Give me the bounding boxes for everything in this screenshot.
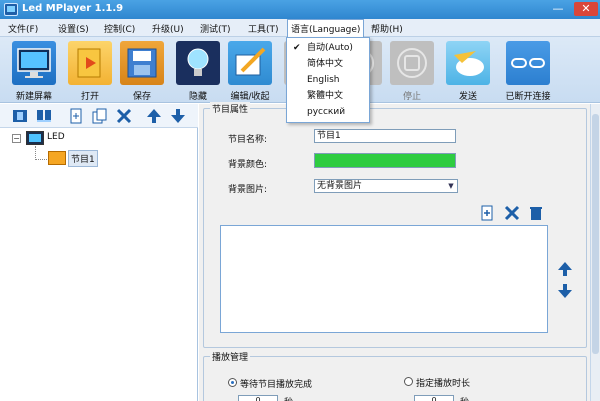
minimize-button[interactable]: — [546,2,570,16]
stop-button[interactable]: 停止 [384,39,440,102]
window-title: Led MPlayer 1.1.9 [22,3,124,14]
program-name-label: 节目名称: [228,135,268,145]
send-cloud-icon [446,41,490,85]
app-icon [4,3,18,16]
edit-collapse-label: 编辑/收起 [230,92,270,102]
film-icon[interactable] [12,108,28,124]
disconnect-icon [506,41,550,85]
language-option-traditional-chinese[interactable]: 繁體中文 [287,88,369,104]
send-label: 发送 [458,92,477,102]
chevron-down-icon: ▼ [448,182,454,190]
language-option-russian[interactable]: русский [287,104,369,120]
new-screen-label: 新建屏幕 [15,92,52,102]
move-down-icon[interactable] [170,108,186,124]
radio-wait-finish[interactable] [228,378,237,387]
pencil-icon [228,41,272,85]
vertical-scrollbar[interactable] [590,104,600,401]
save-icon [120,41,164,85]
connection-button[interactable]: 已断开连接 [500,39,556,102]
language-option-label: 自动(Auto) [307,43,353,53]
new-screen-button[interactable]: 新建屏幕 [6,39,62,102]
menu-settings[interactable]: 设置(S) [58,22,89,35]
edit-collapse-button[interactable]: 编辑/收起 [222,39,278,102]
menu-bar: 文件(F) 设置(S) 控制(C) 升级(U) 测试(T) 工具(T) 语言(L… [0,19,600,37]
set-duration-label: 指定播放时长 [416,379,471,389]
language-dropdown: ✔ 自动(Auto) 简体中文 English 繁體中文 русский [286,37,370,123]
menu-file[interactable]: 文件(F) [8,22,38,35]
menu-language[interactable]: 语言(Language) [287,19,365,37]
program-properties-title: 节目属性 [210,102,251,115]
open-button[interactable]: 打开 [62,39,118,102]
properties-panel: 节目属性 节目名称: 节目1 背景颜色: 背景图片: 无背景图片 ▼ 播放管理 … [199,102,600,401]
new-page-icon[interactable] [68,108,84,124]
trash-icon[interactable] [528,205,544,221]
tree-root-led[interactable]: LED [47,132,65,142]
delete-icon[interactable] [116,108,132,124]
stop-label: 停止 [402,92,421,102]
tree-connector [35,146,36,160]
wait-finish-label: 等待节目播放完成 [240,380,313,390]
bg-image-select[interactable]: 无背景图片 ▼ [314,179,458,193]
program-icon [48,151,66,165]
hide-button[interactable]: 隐藏 [170,39,226,102]
playback-title: 播放管理 [210,350,251,363]
menu-tools[interactable]: 工具(T) [248,22,279,35]
move-up-icon[interactable] [557,261,573,277]
stop-icon [390,41,434,85]
move-up-icon[interactable] [146,108,162,124]
bg-color-picker[interactable] [314,153,456,168]
menu-upgrade[interactable]: 升级(U) [152,22,184,35]
folder-open-icon [68,41,112,85]
layout-icon[interactable] [36,108,52,124]
seconds-unit: 秒 [460,395,469,401]
add-page-icon[interactable] [480,205,496,221]
hide-label: 隐藏 [188,92,207,102]
program-properties-group: 节目属性 节目名称: 节目1 背景颜色: 背景图片: 无背景图片 ▼ [203,102,587,348]
wait-seconds-input[interactable]: 0 [238,395,278,401]
tree-toolbar [0,104,198,128]
language-option-label: English [307,75,340,85]
program-tree: − LED 节目1 [0,128,198,401]
close-button[interactable]: ✕ [574,2,598,16]
bg-image-value: 无背景图片 [317,181,363,191]
copy-icon[interactable] [92,108,108,124]
language-option-english[interactable]: English [287,72,369,88]
program-name-input[interactable]: 节目1 [314,129,456,143]
save-button[interactable]: 保存 [114,39,170,102]
scrollbar-thumb[interactable] [592,114,599,354]
language-option-simplified-chinese[interactable]: 简体中文 [287,56,369,72]
title-bar: Led MPlayer 1.1.9 — ✕ [0,0,600,19]
menu-control[interactable]: 控制(C) [104,22,135,35]
save-label: 保存 [132,92,151,102]
open-label: 打开 [80,92,99,102]
connection-label: 已断开连接 [505,92,551,102]
menu-test[interactable]: 测试(T) [200,22,231,35]
language-option-label: 简体中文 [307,59,344,69]
seconds-unit: 秒 [284,395,293,401]
radio-set-duration[interactable] [404,377,413,386]
menu-help[interactable]: 帮助(H) [371,22,403,35]
background-list[interactable] [220,225,548,333]
bg-color-label: 背景颜色: [228,160,268,170]
language-option-auto[interactable]: ✔ 自动(Auto) [287,40,369,56]
check-icon: ✔ [293,43,301,53]
tree-expander[interactable]: − [12,134,21,143]
playback-group: 播放管理 等待节目播放完成 指定播放时长 0 秒 0 秒 [203,350,587,401]
tree-connector [35,159,47,160]
move-down-icon[interactable] [557,283,573,299]
bg-image-label: 背景图片: [228,185,268,195]
language-option-label: 繁體中文 [307,91,344,101]
led-screen-icon [26,131,44,145]
delete-icon[interactable] [504,205,520,221]
lightbulb-icon [176,41,220,85]
send-button[interactable]: 发送 [440,39,496,102]
tree-item-program1[interactable]: 节目1 [68,150,98,167]
language-option-label: русский [307,107,346,117]
monitor-icon [12,41,56,85]
duration-seconds-input[interactable]: 0 [414,395,454,401]
